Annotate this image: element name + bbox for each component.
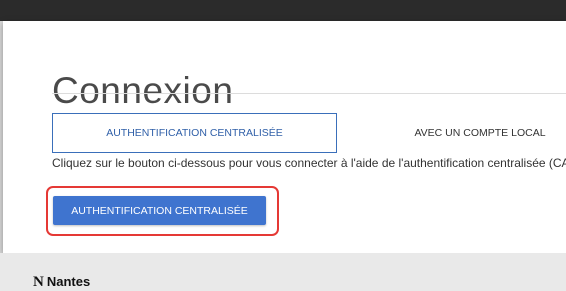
title-divider (52, 93, 566, 94)
top-bar (0, 0, 566, 21)
nantes-logo[interactable]: N Nantes (33, 274, 90, 291)
page-title: Connexion (52, 69, 234, 111)
logo-text: Nantes (46, 274, 91, 289)
cas-description: Cliquez sur le bouton ci-dessous pour vo… (52, 156, 566, 170)
logo-mark: N (33, 274, 44, 290)
footer: N Nantes (0, 253, 566, 291)
tab-local-account[interactable]: AVEC UN COMPTE LOCAL (373, 113, 566, 153)
login-panel: Connexion AUTHENTIFICATION CENTRALISÉE A… (3, 21, 566, 253)
tab-cas[interactable]: AUTHENTIFICATION CENTRALISÉE (52, 113, 337, 153)
cas-login-button[interactable]: AUTHENTIFICATION CENTRALISÉE (53, 196, 266, 225)
tab-local-account-label: AVEC UN COMPTE LOCAL (414, 127, 546, 139)
tab-cas-label: AUTHENTIFICATION CENTRALISÉE (106, 127, 283, 139)
